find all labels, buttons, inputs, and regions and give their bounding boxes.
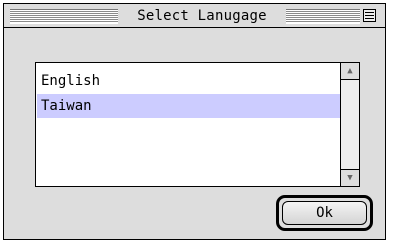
collapse-line bbox=[365, 18, 374, 19]
triangle-up-icon: ▲ bbox=[347, 66, 353, 76]
select-language-dialog: Select Lanugage English Taiwan ▲ ▼ Ok bbox=[3, 3, 386, 240]
title-bar[interactable]: Select Lanugage bbox=[4, 4, 385, 28]
scroll-up-button[interactable]: ▲ bbox=[341, 63, 359, 80]
title-bar-stripes-left bbox=[10, 9, 118, 24]
list-item-taiwan[interactable]: Taiwan bbox=[37, 94, 340, 118]
scroll-down-button[interactable]: ▼ bbox=[341, 169, 359, 186]
collapse-line bbox=[365, 12, 374, 13]
default-button-ring: Ok bbox=[276, 195, 373, 231]
language-listbox[interactable]: English Taiwan ▲ ▼ bbox=[35, 62, 360, 187]
vertical-scrollbar[interactable]: ▲ ▼ bbox=[340, 63, 359, 186]
scroll-track[interactable] bbox=[341, 80, 359, 169]
dialog-title: Select Lanugage bbox=[137, 8, 267, 24]
triangle-down-icon: ▼ bbox=[347, 173, 353, 183]
collapse-box-icon[interactable] bbox=[363, 9, 376, 22]
list-item-english[interactable]: English bbox=[37, 69, 340, 93]
ok-button[interactable]: Ok bbox=[282, 201, 367, 225]
collapse-line bbox=[365, 15, 374, 16]
title-bar-stripes-right bbox=[286, 9, 360, 24]
